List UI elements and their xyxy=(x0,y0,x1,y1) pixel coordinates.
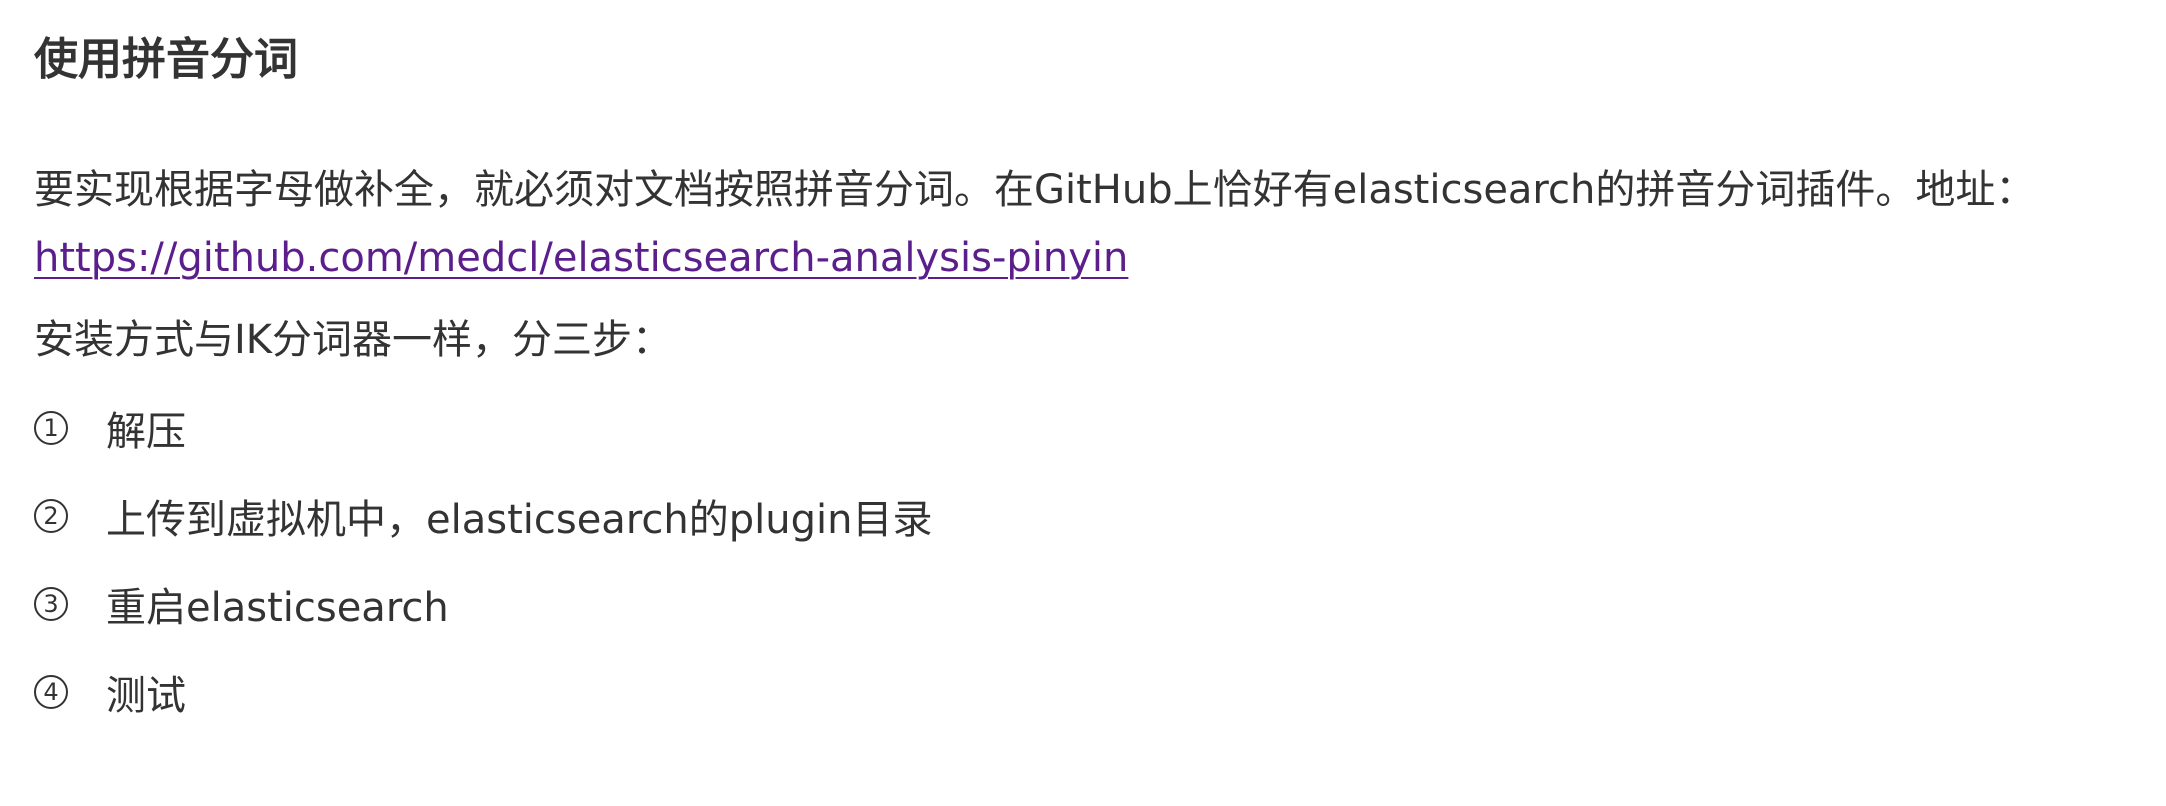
install-intro: 安装方式与IK分词器一样，分三步： xyxy=(34,317,673,363)
step-text: 重启elasticsearch xyxy=(106,585,449,631)
github-link[interactable]: https://github.com/medcl/elasticsearch-a… xyxy=(34,224,2166,292)
section-heading: 使用拼音分词 xyxy=(34,34,298,85)
step-item: 1 解压 xyxy=(34,396,2166,460)
step-item: 2 上传到虚拟机中，elasticsearch的plugin目录 xyxy=(34,484,2166,548)
document-page: 使用拼音分词 要实现根据字母做补全，就必须对文档按照拼音分词。在GitHub上恰… xyxy=(0,0,2166,806)
step-text: 测试 xyxy=(106,673,186,719)
description-paragraph: 要实现根据字母做补全，就必须对文档按照拼音分词。在GitHub上恰好有elast… xyxy=(34,156,2166,292)
step-text: 解压 xyxy=(106,409,186,455)
step-number-badge: 1 xyxy=(34,411,68,445)
step-number-badge: 4 xyxy=(34,675,68,709)
step-item: 3 重启elasticsearch xyxy=(34,572,2166,636)
step-item: 4 测试 xyxy=(34,660,2166,724)
install-steps: 1 解压 2 上传到虚拟机中，elasticsearch的plugin目录 3 … xyxy=(34,396,2166,724)
step-text: 上传到虚拟机中，elasticsearch的plugin目录 xyxy=(106,497,933,543)
step-number-badge: 2 xyxy=(34,499,68,533)
step-number-badge: 3 xyxy=(34,587,68,621)
description-text: 要实现根据字母做补全，就必须对文档按照拼音分词。在GitHub上恰好有elast… xyxy=(34,167,2036,213)
